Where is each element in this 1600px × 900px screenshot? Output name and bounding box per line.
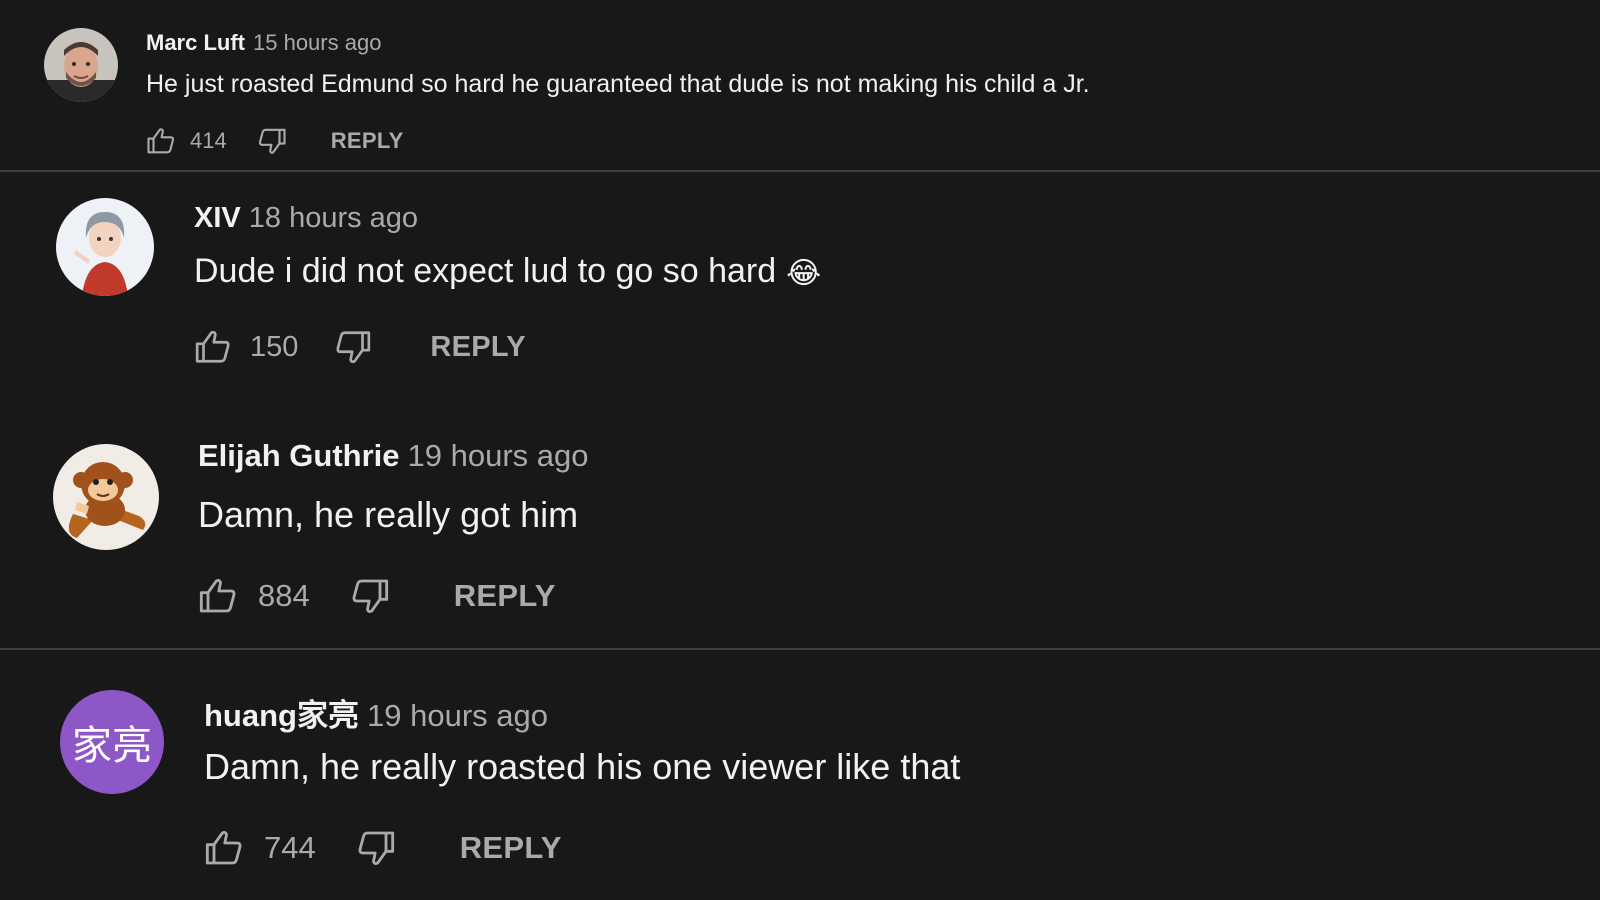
avatar[interactable]: 家亮 <box>60 690 164 794</box>
author-name[interactable]: XIV <box>194 202 241 234</box>
thumb-down-icon <box>358 831 394 865</box>
dislike-button[interactable] <box>356 828 396 868</box>
author-name[interactable]: huang家亮 <box>204 698 359 733</box>
avatar-initials: 家亮 <box>72 723 152 769</box>
avatar[interactable] <box>56 198 154 296</box>
monkey-avatar-icon <box>53 444 159 550</box>
comment-meta: Marc Luft 15 hours ago <box>146 30 381 56</box>
photo-avatar-icon <box>44 28 118 102</box>
comments-screen: Marc Luft 15 hours ago He just roasted Ed… <box>0 0 1600 900</box>
like-button[interactable] <box>204 828 244 868</box>
reply-button[interactable]: REPLY <box>331 128 404 154</box>
timestamp[interactable]: 19 hours ago <box>408 438 589 473</box>
comment-actions: 744 REPLY <box>204 828 562 868</box>
comment-text: Damn, he really got him <box>198 494 579 535</box>
timestamp[interactable]: 19 hours ago <box>367 698 548 733</box>
comment-text: Dude i did not expect lud to go so hard 😂 <box>194 252 821 291</box>
comment-1: Marc Luft 15 hours ago He just roasted Ed… <box>0 0 1600 170</box>
like-button[interactable] <box>198 576 238 616</box>
thumb-down-icon <box>336 331 371 364</box>
comment-3: Elijah Guthrie 19 hours ago Damn, he real… <box>0 410 1600 650</box>
thumb-up-icon <box>199 579 236 613</box>
like-count: 150 <box>250 330 299 363</box>
dislike-button[interactable] <box>334 328 372 366</box>
reply-button[interactable]: REPLY <box>454 578 556 614</box>
like-button[interactable] <box>194 328 232 366</box>
comment-4: 家亮 huang家亮 19 hours ago Damn, he really r… <box>0 650 1600 900</box>
comment-meta: XIV 18 hours ago <box>194 202 418 235</box>
thumb-down-icon <box>352 579 388 613</box>
like-count: 414 <box>190 128 227 153</box>
avatar[interactable] <box>44 28 118 102</box>
reply-button[interactable]: REPLY <box>460 830 562 866</box>
comment-text: He just roasted Edmund so hard he guaran… <box>146 70 1090 98</box>
like-count: 744 <box>264 830 316 865</box>
comment-meta: Elijah Guthrie 19 hours ago <box>198 438 589 474</box>
comment-actions: 150 REPLY <box>194 328 526 366</box>
like-button[interactable] <box>146 126 176 156</box>
thumb-up-icon <box>195 330 230 363</box>
comment-actions: 884 REPLY <box>198 576 556 616</box>
comment-text-body: Dude i did not expect lud to go so hard <box>194 252 777 290</box>
author-name[interactable]: Elijah Guthrie <box>198 438 400 473</box>
comment-2: XIV 18 hours ago Dude i did not expect lu… <box>0 172 1600 408</box>
dislike-button[interactable] <box>350 576 390 616</box>
comment-meta: huang家亮 19 hours ago <box>204 690 548 735</box>
anime-avatar-icon <box>56 198 154 296</box>
thumb-down-icon <box>258 128 286 154</box>
avatar[interactable] <box>53 444 159 550</box>
comment-actions: 414 REPLY <box>146 126 404 156</box>
author-name[interactable]: Marc Luft <box>146 30 245 55</box>
timestamp[interactable]: 18 hours ago <box>249 202 418 234</box>
reply-button[interactable]: REPLY <box>430 331 526 364</box>
laughing-emoji-icon: 😂 <box>786 256 822 290</box>
timestamp[interactable]: 15 hours ago <box>253 30 381 55</box>
thumb-up-icon <box>205 831 242 865</box>
comment-text: Damn, he really roasted his one viewer l… <box>204 746 961 787</box>
dislike-button[interactable] <box>257 126 287 156</box>
like-count: 884 <box>258 578 310 613</box>
thumb-up-icon <box>147 128 175 154</box>
